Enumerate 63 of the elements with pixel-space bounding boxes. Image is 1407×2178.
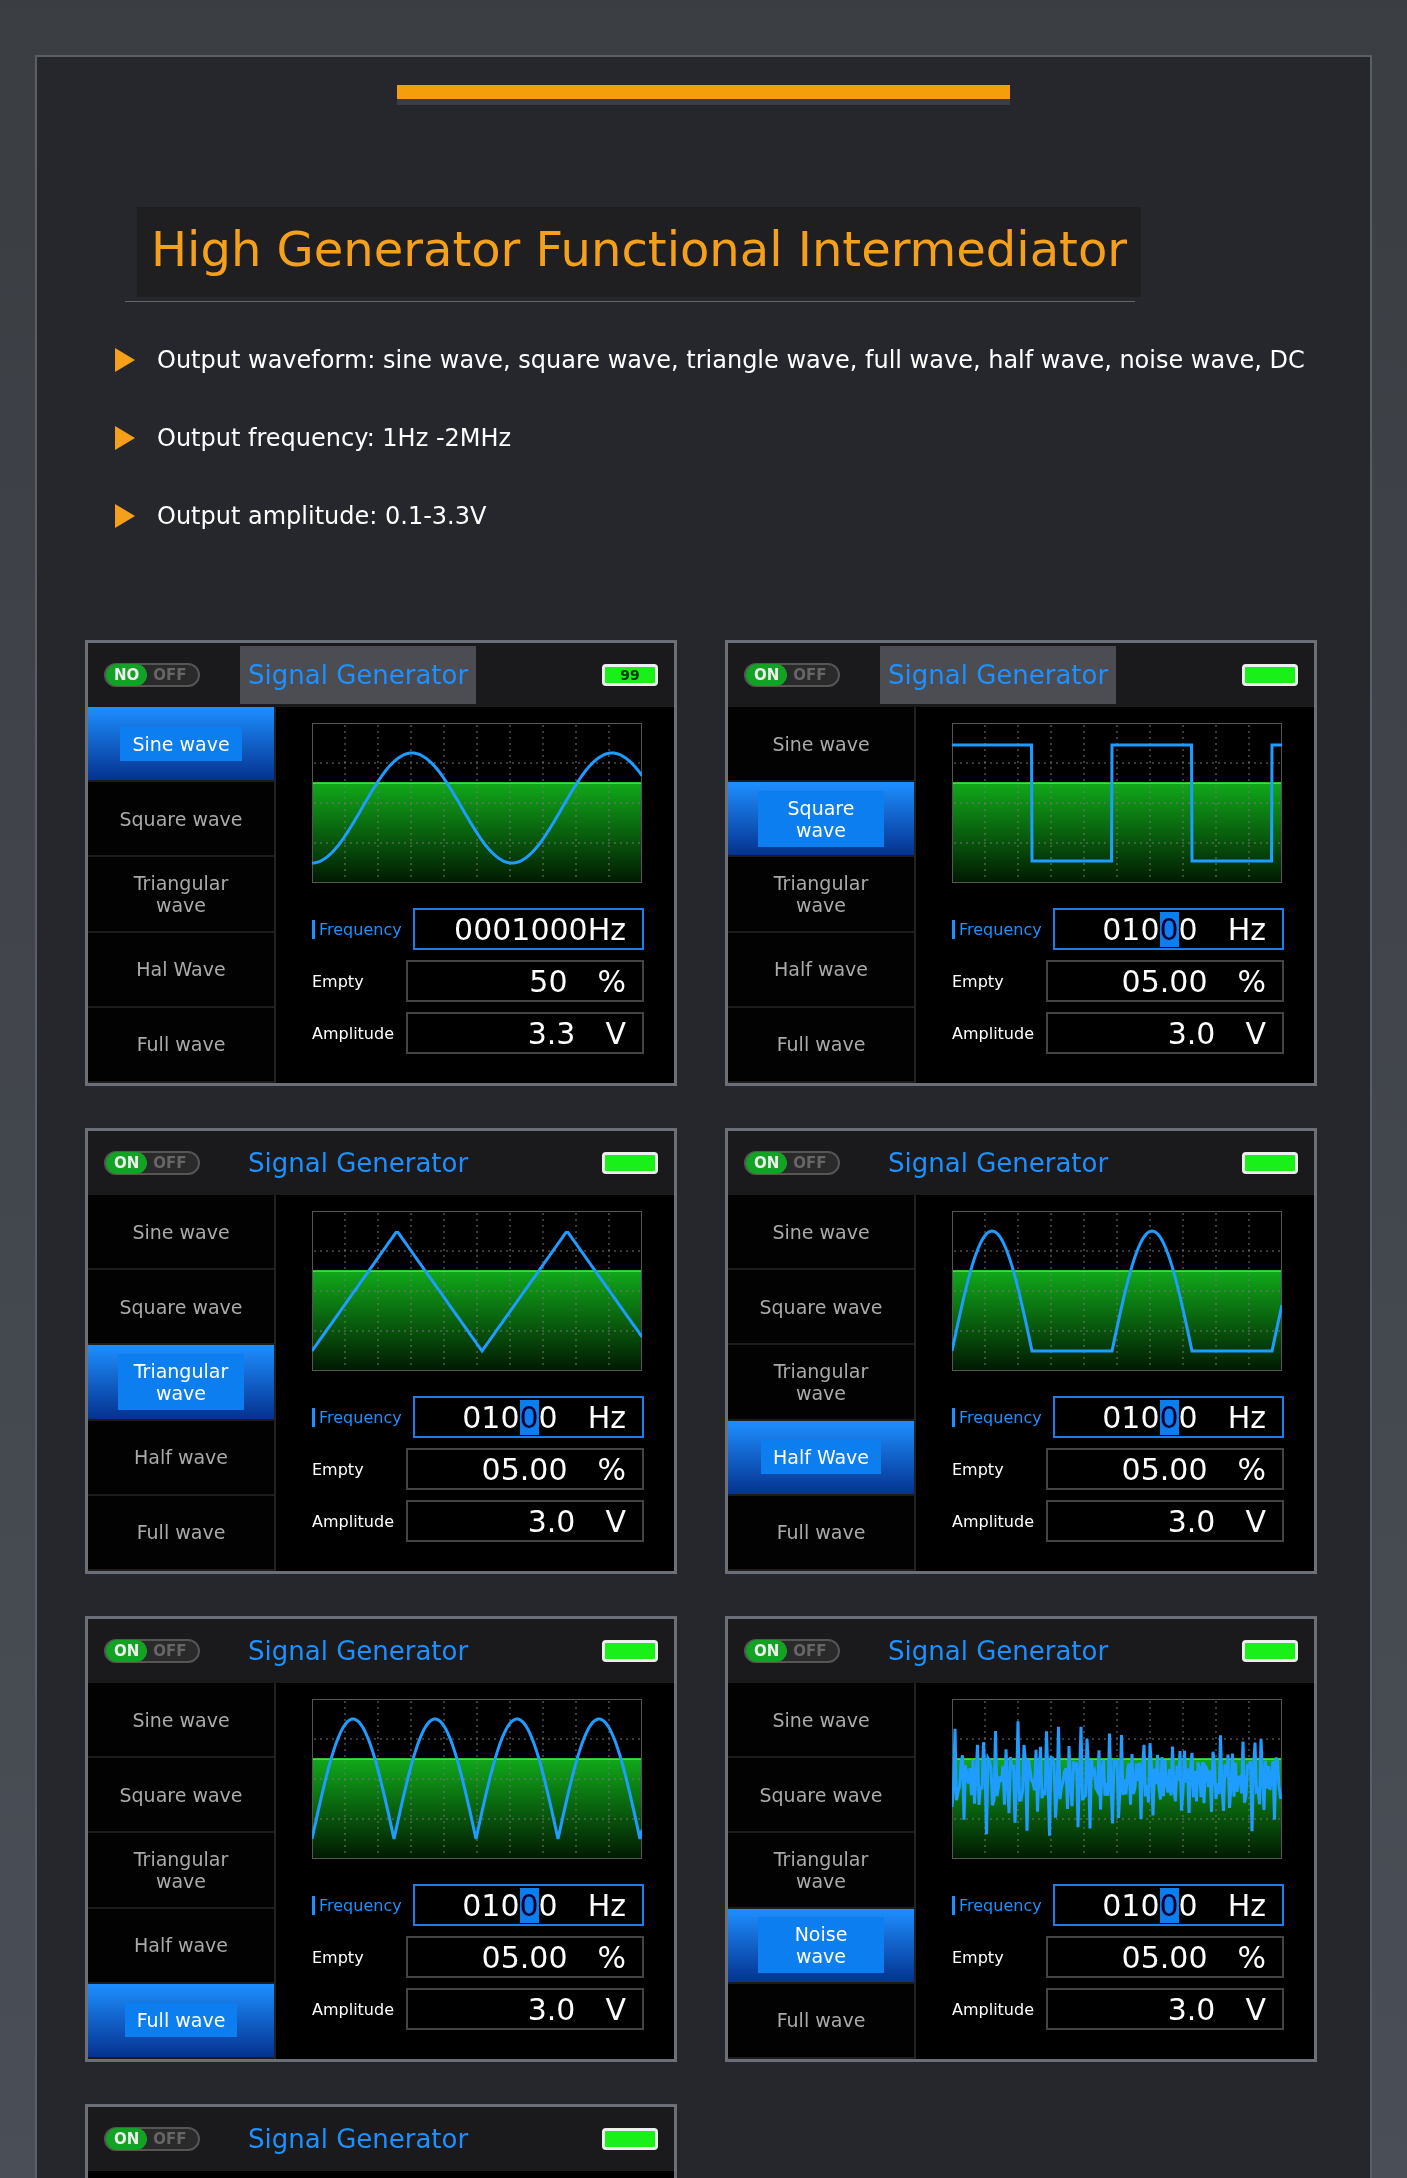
bullet-triangle-icon bbox=[115, 504, 135, 528]
battery-icon bbox=[1242, 1640, 1298, 1662]
value-field[interactable]: 0001000Hz bbox=[413, 908, 644, 950]
value-field[interactable]: 05.00 % bbox=[406, 1936, 644, 1978]
screen-title: Signal Generator bbox=[247, 1635, 470, 1668]
screen-title: Signal Generator bbox=[240, 646, 477, 704]
field-label: Frequency bbox=[952, 1407, 1047, 1427]
battery-icon bbox=[602, 1640, 658, 1662]
waveform-menu-item[interactable]: Sine wave bbox=[88, 707, 274, 783]
field-label: Frequency bbox=[312, 1407, 407, 1427]
field-label: Empty bbox=[312, 1459, 365, 1479]
waveform-menu-item[interactable]: Noise wave bbox=[728, 1908, 914, 1984]
waveform-menu-item[interactable]: Triangular wave bbox=[88, 1345, 274, 1421]
battery-icon bbox=[602, 1152, 658, 1174]
bullet-triangle-icon bbox=[115, 426, 135, 450]
screen-title: Signal Generator bbox=[880, 646, 1117, 704]
field-label: Empty bbox=[312, 1947, 365, 1967]
waveform-menu-item[interactable]: Full wave bbox=[88, 1983, 274, 2059]
value-field[interactable]: 3.0 V bbox=[1046, 1012, 1284, 1054]
value-field[interactable]: 01000 Hz bbox=[1053, 1396, 1284, 1438]
battery-icon bbox=[1242, 664, 1298, 686]
field-label: Empty bbox=[952, 971, 1005, 991]
field-label: Frequency bbox=[312, 1895, 407, 1915]
value-field[interactable]: 50 % bbox=[406, 960, 644, 1002]
value-field[interactable]: 3.0 V bbox=[406, 1500, 644, 1542]
waveform-menu-item[interactable]: Square wave bbox=[728, 782, 914, 858]
value-field[interactable]: 01000 Hz bbox=[1053, 1884, 1284, 1926]
feature-text: Output waveform: sine wave, square wave, triangle wave, full wave, half wave, noise wave, DC bbox=[157, 346, 1305, 374]
battery-icon bbox=[1242, 1152, 1298, 1174]
screen-title: Signal Generator bbox=[887, 1635, 1110, 1668]
value-field[interactable]: 3.0 V bbox=[406, 1988, 644, 2030]
bullet-triangle-icon bbox=[115, 348, 135, 372]
value-field[interactable]: 3.0 V bbox=[1046, 1988, 1284, 2030]
screen-title: Signal Generator bbox=[887, 1147, 1110, 1180]
page-heading: High Generator Functional Intermediator bbox=[137, 207, 1141, 297]
field-label: Amplitude bbox=[312, 1999, 395, 2019]
field-label: Amplitude bbox=[952, 1999, 1035, 2019]
value-field[interactable]: 01000 Hz bbox=[1053, 908, 1284, 950]
value-field[interactable]: 05.00 % bbox=[406, 1448, 644, 1490]
value-field[interactable]: 05.00 % bbox=[1046, 1448, 1284, 1490]
field-label: Empty bbox=[952, 1947, 1005, 1967]
field-label: Frequency bbox=[952, 919, 1047, 939]
field-label: Empty bbox=[952, 1459, 1005, 1479]
screen-title: Signal Generator bbox=[247, 1147, 470, 1180]
field-label: Amplitude bbox=[312, 1511, 395, 1531]
field-label: Amplitude bbox=[952, 1023, 1035, 1043]
battery-icon bbox=[602, 2128, 658, 2150]
value-field[interactable]: 01000 Hz bbox=[413, 1396, 644, 1438]
field-label: Frequency bbox=[952, 1895, 1047, 1915]
field-label: Frequency bbox=[312, 919, 407, 939]
battery-icon: 99 bbox=[602, 664, 658, 686]
field-label: Amplitude bbox=[312, 1023, 395, 1043]
value-field[interactable]: 05.00 % bbox=[1046, 960, 1284, 1002]
feature-text: Output amplitude: 0.1-3.3V bbox=[157, 502, 487, 530]
field-label: Amplitude bbox=[952, 1511, 1035, 1531]
value-field[interactable]: 01000 Hz bbox=[413, 1884, 644, 1926]
value-field[interactable]: 3.3 V bbox=[406, 1012, 644, 1054]
feature-text: Output frequency: 1Hz -2MHz bbox=[157, 424, 512, 452]
value-field[interactable]: 3.0 V bbox=[1046, 1500, 1284, 1542]
waveform-menu-item[interactable]: Half Wave bbox=[728, 1420, 914, 1496]
screen-title: Signal Generator bbox=[247, 2123, 470, 2156]
field-label: Empty bbox=[312, 971, 365, 991]
value-field[interactable]: 05.00 % bbox=[1046, 1936, 1284, 1978]
